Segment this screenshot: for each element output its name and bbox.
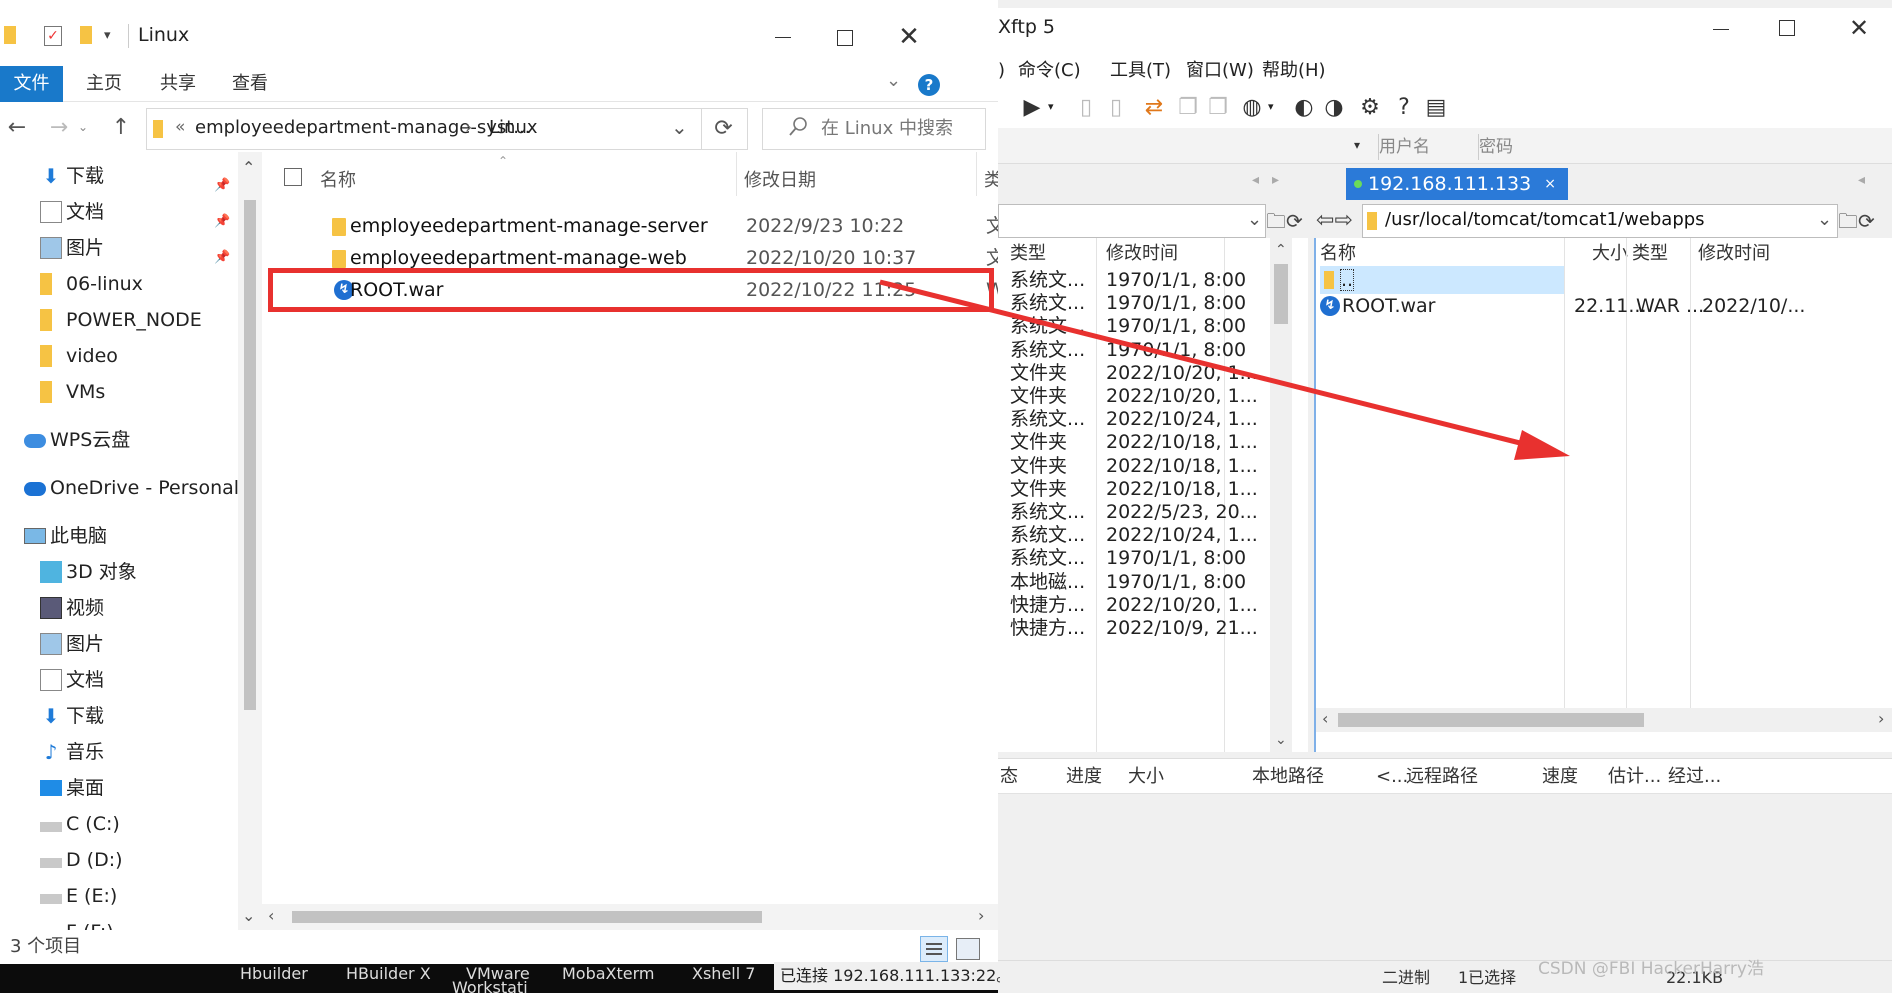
annotation-arrow <box>879 279 1570 460</box>
